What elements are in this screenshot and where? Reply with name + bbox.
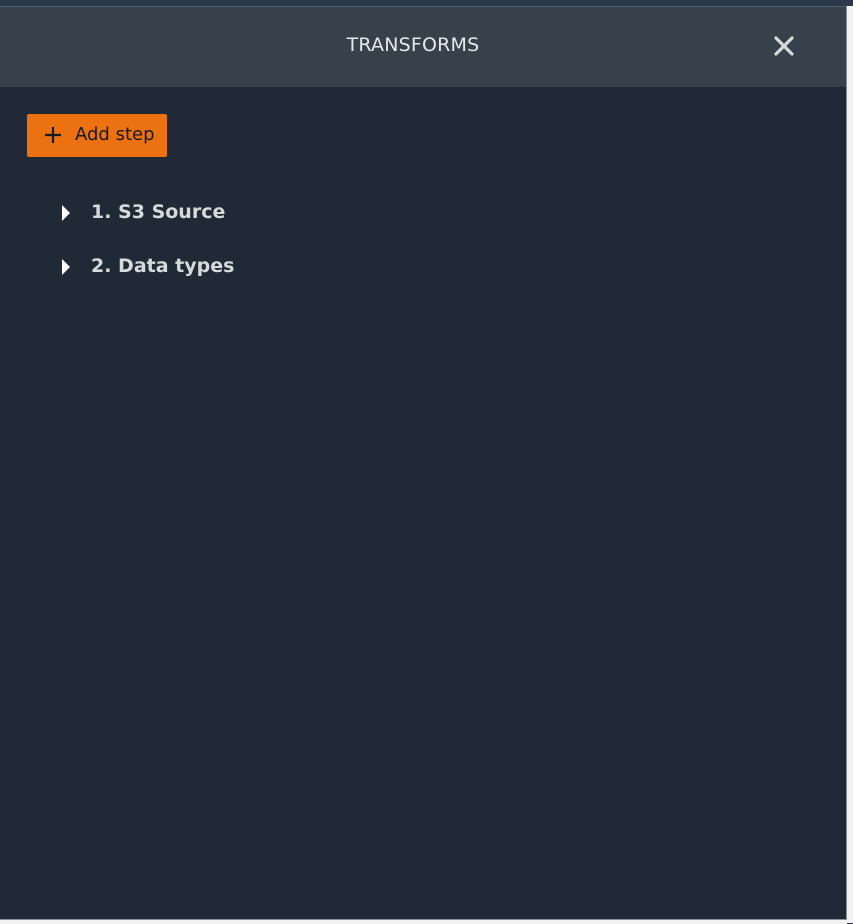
caret-right-icon	[62, 205, 70, 221]
app-frame: TRANSFORMS Add step 1. S3 Source 2. Data…	[0, 0, 853, 924]
window-right-edge	[846, 6, 853, 923]
step-label: 2. Data types	[91, 255, 235, 277]
panel-header: TRANSFORMS	[0, 7, 846, 87]
top-strip	[0, 0, 853, 7]
plus-icon	[45, 127, 61, 143]
step-label: 1. S3 Source	[91, 201, 226, 223]
transforms-panel: TRANSFORMS Add step 1. S3 Source 2. Data…	[0, 7, 846, 919]
panel-title: TRANSFORMS	[346, 34, 480, 56]
add-step-button[interactable]: Add step	[27, 114, 167, 157]
step-item-s3-source[interactable]: 1. S3 Source	[58, 197, 358, 229]
close-icon	[774, 36, 794, 56]
add-step-label: Add step	[75, 124, 155, 145]
close-button[interactable]	[764, 26, 804, 66]
caret-right-icon	[62, 259, 70, 275]
step-item-data-types[interactable]: 2. Data types	[58, 251, 358, 283]
window-bottom-edge	[0, 919, 847, 924]
